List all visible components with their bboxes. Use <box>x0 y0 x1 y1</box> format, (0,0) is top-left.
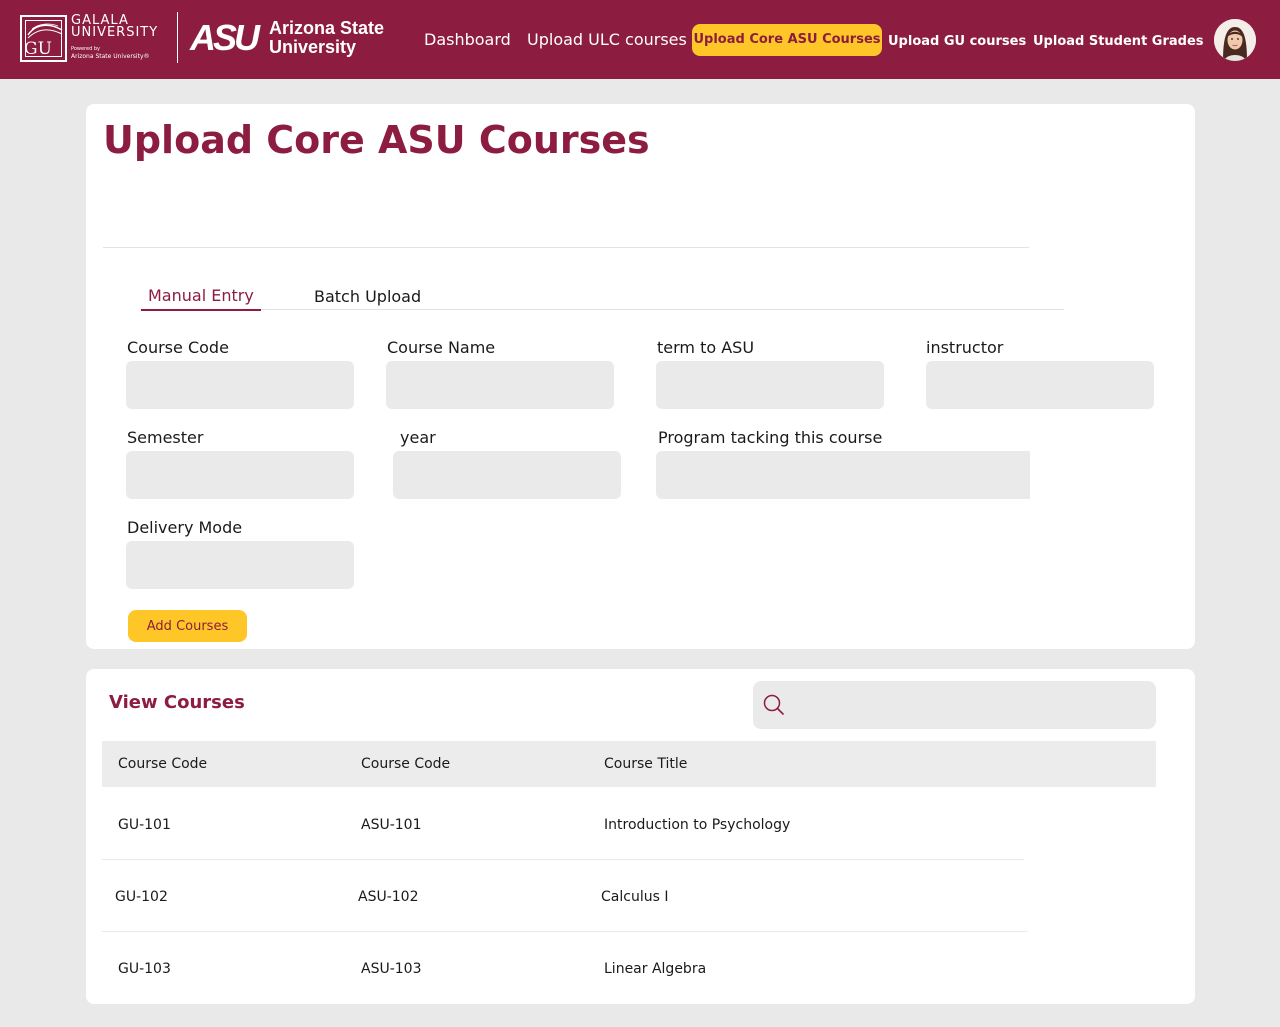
user-portrait-icon <box>1214 19 1256 61</box>
top-header: GU GALALA UNIVERSITY Powered by Arizona … <box>0 0 1280 79</box>
cell-asu-code: ASU-103 <box>361 961 422 977</box>
program-label: Program tacking this course <box>658 428 883 447</box>
search-icon <box>763 694 784 715</box>
gu-logo-letters: GU <box>24 39 52 59</box>
row-divider <box>102 931 1028 932</box>
nav-dashboard[interactable]: Dashboard <box>424 30 511 49</box>
title-divider <box>103 247 1029 248</box>
column-header-gu-course-code[interactable]: Course Code <box>118 756 207 772</box>
column-header-asu-course-code[interactable]: Course Code <box>361 756 450 772</box>
delivery-mode-field[interactable] <box>126 541 354 589</box>
search-box[interactable] <box>753 681 1156 729</box>
term-to-asu-label: term to ASU <box>657 338 755 357</box>
search-input[interactable] <box>793 681 1148 729</box>
gu-logo-name-line2: UNIVERSITY <box>71 25 159 40</box>
tab-batch-upload[interactable]: Batch Upload <box>314 287 421 306</box>
gu-logo-partner: Arizona State University® <box>71 53 150 60</box>
row-divider <box>102 859 1024 860</box>
course-name-label: Course Name <box>387 338 496 357</box>
table-header: Course Code Course Code Course Title <box>102 741 1156 787</box>
nav-upload-core-asu-courses[interactable]: Upload Core ASU Courses <box>692 24 882 56</box>
cell-asu-code: ASU-102 <box>358 889 419 905</box>
semester-field[interactable] <box>126 451 354 499</box>
cell-course-title: Calculus I <box>601 889 669 905</box>
nav-upload-ulc-courses[interactable]: Upload ULC courses <box>527 30 687 49</box>
nav-upload-student-grades[interactable]: Upload Student Grades <box>1033 34 1204 49</box>
term-to-asu-field[interactable] <box>656 361 884 409</box>
year-field[interactable] <box>393 451 621 499</box>
wave-icon <box>27 23 63 39</box>
cell-gu-code: GU-101 <box>118 817 171 833</box>
column-header-course-title[interactable]: Course Title <box>604 756 687 772</box>
instructor-field[interactable] <box>926 361 1154 409</box>
asu-logo-name-line1: Arizona State <box>269 18 385 38</box>
page-title: Upload Core ASU Courses <box>103 118 650 162</box>
tabs-underline <box>140 309 1064 310</box>
course-name-field[interactable] <box>386 361 614 409</box>
program-field[interactable] <box>656 451 1030 499</box>
gu-emblem: GU <box>20 15 67 62</box>
cell-gu-code: GU-102 <box>115 889 168 905</box>
semester-label: Semester <box>127 428 204 447</box>
course-code-label: Course Code <box>127 338 229 357</box>
year-label: year <box>400 428 436 447</box>
delivery-mode-label: Delivery Mode <box>127 518 243 537</box>
logo-divider <box>177 12 178 63</box>
instructor-label: instructor <box>926 338 1004 357</box>
cell-gu-code: GU-103 <box>118 961 171 977</box>
nav-upload-gu-courses[interactable]: Upload GU courses <box>888 34 1026 49</box>
tab-manual-entry[interactable]: Manual Entry <box>141 286 261 311</box>
add-courses-button[interactable]: Add Courses <box>128 610 247 642</box>
asu-logo-name-line2: University <box>269 37 357 57</box>
view-courses-title: View Courses <box>109 692 245 713</box>
course-code-field[interactable] <box>126 361 354 409</box>
galala-university-logo[interactable]: GU GALALA UNIVERSITY Powered by Arizona … <box>20 13 170 63</box>
cell-course-title: Introduction to Psychology <box>604 817 791 833</box>
cell-asu-code: ASU-101 <box>361 817 422 833</box>
gu-logo-powered-by: Powered by <box>71 46 100 52</box>
user-avatar[interactable] <box>1214 19 1256 61</box>
asu-logo-mark: ASU <box>190 17 260 58</box>
cell-course-title: Linear Algebra <box>604 961 707 977</box>
